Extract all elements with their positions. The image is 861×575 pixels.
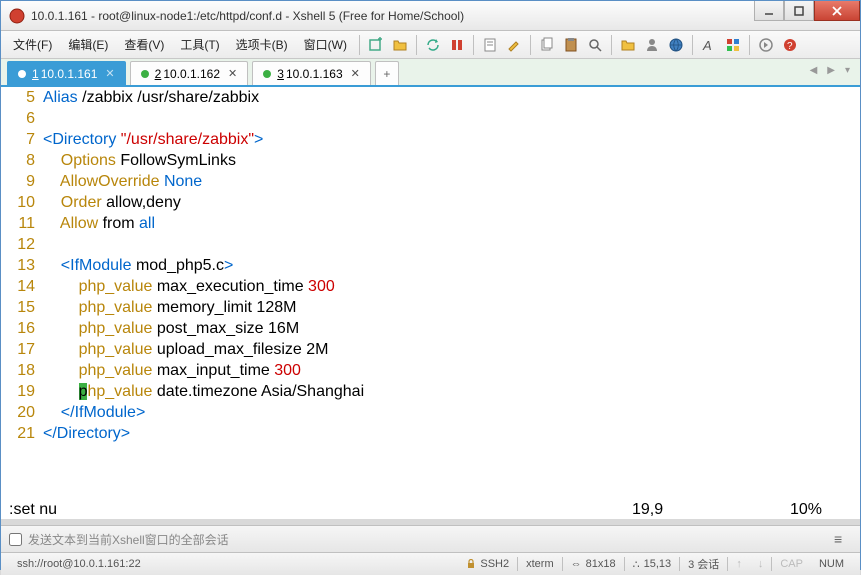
cursor-pos: ∴ 15,13 <box>625 558 680 571</box>
status-bar: ssh://root@10.0.1.161:22 SSH2 xterm ⇔ 81… <box>1 553 860 575</box>
line-number: 10 <box>1 192 43 213</box>
tab-prev-icon[interactable]: ◀ <box>806 63 822 78</box>
line-number: 17 <box>1 339 43 360</box>
nav-up-icon[interactable]: ↑ <box>728 558 750 570</box>
globe-icon[interactable] <box>665 34 687 56</box>
vim-command: :set nu <box>9 501 632 519</box>
svg-text:?: ? <box>787 41 793 52</box>
connection-string: ssh://root@10.0.1.161:22 <box>9 558 458 570</box>
status-dot-icon <box>18 70 26 78</box>
code-line: 21</Directory> <box>1 423 860 444</box>
folder-icon[interactable] <box>617 34 639 56</box>
status-dot-icon <box>263 70 271 78</box>
line-number: 18 <box>1 360 43 381</box>
tab-close-icon[interactable]: ✕ <box>228 67 237 80</box>
menu-view[interactable]: 查看(V) <box>116 32 172 57</box>
protocol-indicator: SSH2 <box>458 558 517 570</box>
status-dot-icon <box>141 70 149 78</box>
compose-placeholder: 发送文本到当前Xshell窗口的全部会话 <box>28 531 834 548</box>
paste-icon[interactable] <box>560 34 582 56</box>
tab-close-icon[interactable]: ✕ <box>105 67 114 80</box>
session-tab-3[interactable]: 3 10.0.1.163 ✕ <box>252 61 371 85</box>
profile-icon[interactable] <box>641 34 663 56</box>
capslock-indicator: CAP <box>772 558 811 570</box>
code-line: 18 php_value max_input_time 300 <box>1 360 860 381</box>
code-line: 12 <box>1 234 860 255</box>
new-tab-button[interactable]: + <box>375 61 399 85</box>
font-icon[interactable]: A <box>698 34 720 56</box>
menu-tabs[interactable]: 选项卡(B) <box>228 32 296 57</box>
menu-window[interactable]: 窗口(W) <box>296 32 355 57</box>
code-line: 8 Options FollowSymLinks <box>1 150 860 171</box>
line-number: 8 <box>1 150 43 171</box>
highlight-icon[interactable] <box>503 34 525 56</box>
compose-menu-icon[interactable]: ≡ <box>834 531 852 547</box>
tab-menu-icon[interactable]: ▾ <box>841 63 854 78</box>
terminal-editor[interactable]: 5Alias /zabbix /usr/share/zabbix67<Direc… <box>1 87 860 501</box>
compose-bar: 发送文本到当前Xshell窗口的全部会话 ≡ <box>1 525 860 553</box>
code-line: 15 php_value memory_limit 128M <box>1 297 860 318</box>
code-line: 7<Directory "/usr/share/zabbix"> <box>1 129 860 150</box>
script-icon[interactable] <box>755 34 777 56</box>
title-bar: 10.0.1.161 - root@linux-node1:/etc/httpd… <box>1 1 860 31</box>
new-session-icon[interactable] <box>365 34 387 56</box>
nav-down-icon[interactable]: ↓ <box>750 558 772 570</box>
properties-icon[interactable] <box>479 34 501 56</box>
broadcast-checkbox[interactable] <box>9 533 22 546</box>
menu-file[interactable]: 文件(F) <box>5 32 60 57</box>
code-line: 9 AllowOverride None <box>1 171 860 192</box>
line-number: 12 <box>1 234 43 255</box>
tab-close-icon[interactable]: ✕ <box>351 67 360 80</box>
term-type: xterm <box>518 558 562 570</box>
disconnect-icon[interactable] <box>446 34 468 56</box>
code-line: 19 php_value date.timezone Asia/Shanghai <box>1 381 860 402</box>
color-icon[interactable] <box>722 34 744 56</box>
term-size: ⇔ 81x18 <box>563 558 624 570</box>
code-line: 16 php_value post_max_size 16M <box>1 318 860 339</box>
line-number: 20 <box>1 402 43 423</box>
code-line: 14 php_value max_execution_time 300 <box>1 276 860 297</box>
window-title: 10.0.1.161 - root@linux-node1:/etc/httpd… <box>31 9 858 23</box>
vim-scroll-pct: 10% <box>772 501 852 519</box>
open-icon[interactable] <box>389 34 411 56</box>
code-line: 13 <IfModule mod_php5.c> <box>1 255 860 276</box>
copy-icon[interactable] <box>536 34 558 56</box>
line-number: 21 <box>1 423 43 444</box>
menu-tools[interactable]: 工具(T) <box>172 32 227 57</box>
line-number: 15 <box>1 297 43 318</box>
minimize-button[interactable] <box>754 1 784 21</box>
numlock-indicator: NUM <box>811 558 852 570</box>
svg-text:A: A <box>702 38 712 53</box>
maximize-button[interactable] <box>784 1 814 21</box>
find-icon[interactable] <box>584 34 606 56</box>
session-tab-1[interactable]: 1 10.0.1.161 ✕ <box>7 61 126 85</box>
code-line: 6 <box>1 108 860 129</box>
menu-edit[interactable]: 编辑(E) <box>60 32 116 57</box>
line-number: 19 <box>1 381 43 402</box>
menu-bar: 文件(F) 编辑(E) 查看(V) 工具(T) 选项卡(B) 窗口(W) A ? <box>1 31 860 59</box>
lock-icon <box>466 559 476 569</box>
code-line: 17 php_value upload_max_filesize 2M <box>1 339 860 360</box>
line-number: 16 <box>1 318 43 339</box>
tab-bar: 1 10.0.1.161 ✕ 2 10.0.1.162 ✕ 3 10.0.1.1… <box>1 59 860 87</box>
code-line: 10 Order allow,deny <box>1 192 860 213</box>
app-icon <box>9 8 25 24</box>
vim-cursor-pos: 19,9 <box>632 501 772 519</box>
line-number: 14 <box>1 276 43 297</box>
line-number: 7 <box>1 129 43 150</box>
session-tab-2[interactable]: 2 10.0.1.162 ✕ <box>130 61 249 85</box>
line-number: 11 <box>1 213 43 234</box>
line-number: 5 <box>1 87 43 108</box>
help-icon[interactable]: ? <box>779 34 801 56</box>
tab-next-icon[interactable]: ▶ <box>823 63 839 78</box>
reconnect-icon[interactable] <box>422 34 444 56</box>
vim-status-line: :set nu 19,9 10% <box>1 501 860 519</box>
line-number: 13 <box>1 255 43 276</box>
code-line: 20 </IfModule> <box>1 402 860 423</box>
line-number: 6 <box>1 108 43 129</box>
code-line: 5Alias /zabbix /usr/share/zabbix <box>1 87 860 108</box>
line-number: 9 <box>1 171 43 192</box>
code-line: 11 Allow from all <box>1 213 860 234</box>
close-button[interactable] <box>814 1 860 21</box>
